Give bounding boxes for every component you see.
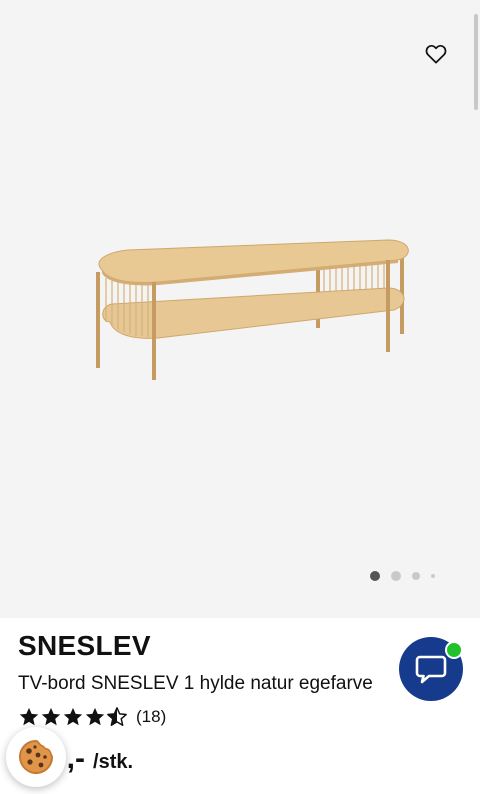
gallery-pagination (370, 571, 446, 581)
cookie-icon (19, 740, 53, 774)
rating-stars (18, 706, 128, 728)
price-unit: /stk. (93, 751, 134, 773)
product-image (96, 239, 409, 380)
gallery-dot-4[interactable] (431, 574, 435, 578)
heart-outline-icon (425, 44, 447, 64)
review-count: (18) (136, 707, 167, 726)
cookie-settings-button[interactable] (6, 727, 66, 787)
star-full-icon (41, 707, 61, 726)
product-description: TV-bord SNESLEV 1 hylde natur egefarve (18, 673, 373, 694)
product-page: SNESLEV TV-bord SNESLEV 1 hylde natur eg… (0, 0, 480, 794)
star-half-icon (107, 707, 127, 726)
gallery-dot-1[interactable] (370, 571, 380, 581)
favorite-button[interactable] (420, 38, 452, 70)
star-full-icon (19, 707, 39, 726)
chat-online-indicator (445, 641, 463, 659)
gallery-dot-2[interactable] (391, 571, 401, 581)
gallery-dot-3[interactable] (412, 572, 420, 580)
product-rating[interactable]: (18) (18, 706, 166, 728)
product-image-gallery[interactable] (0, 0, 480, 618)
scrollbar[interactable] (474, 14, 478, 110)
product-brand: SNESLEV (18, 630, 151, 661)
chat-bubble-icon (415, 655, 447, 684)
star-full-icon (63, 707, 83, 726)
star-full-icon (85, 707, 105, 726)
